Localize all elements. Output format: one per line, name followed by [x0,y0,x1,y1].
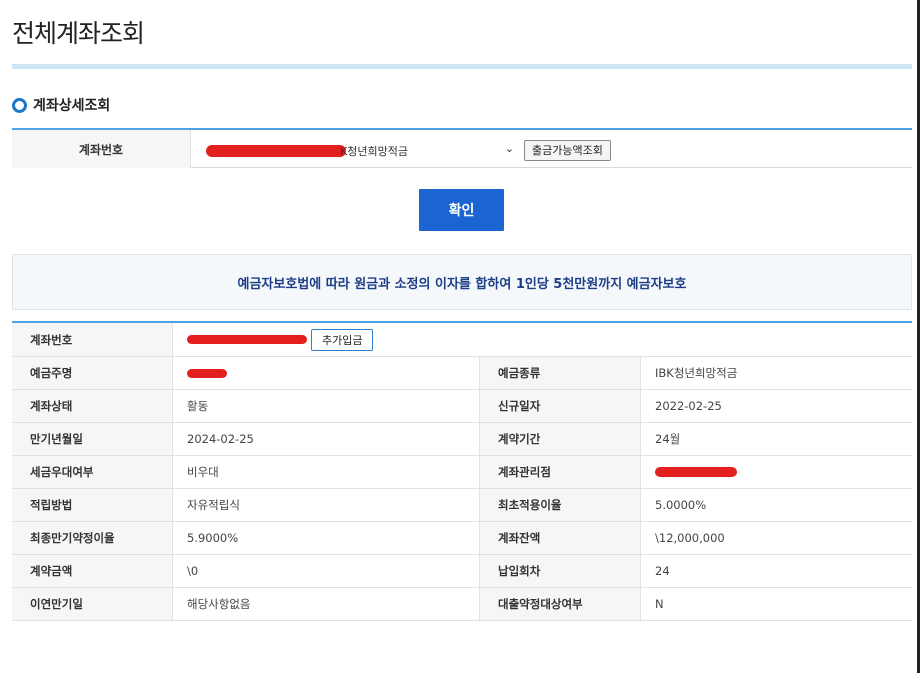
row-value: \0 [173,555,480,587]
account-number-header: 계좌번호 [12,323,173,356]
additional-deposit-button[interactable]: 추가입금 [311,328,374,351]
row-header: 계좌잔액 [480,522,641,554]
row-value: 5.0000% [655,498,707,512]
row-header: 예금주명 [12,357,173,389]
withdrawable-balance-button[interactable]: 출금가능액조회 [524,140,611,161]
row-header: 계약기간 [480,423,641,455]
account-holder-cell [173,357,480,389]
account-select-value: K청년희망적금 [340,144,408,158]
section-title: 계좌상세조회 [33,98,111,114]
table-row: 적립방법 자유적립식 최초적용이율 5.0000% [12,489,912,522]
row-header: 예금종류 [480,357,641,389]
title-divider [12,64,912,69]
section-header: 계좌상세조회 [12,95,110,115]
redaction-mark [655,467,737,477]
row-value: IBK청년희망적금 [655,366,738,380]
redaction-mark [187,335,307,344]
row-header: 적립방법 [12,489,173,521]
row-header: 만기년월일 [12,423,173,455]
account-number-label: 계좌번호 [12,130,191,168]
table-row: 세금우대여부 비우대 계좌관리점 [12,456,912,489]
chevron-down-icon: ⌄ [504,142,514,155]
row-value: \12,000,000 [655,531,725,545]
row-value: 비우대 [173,456,480,488]
table-row: 예금주명 예금종류 IBK청년희망적금 [12,357,912,390]
page-title: 전체계좌조회 [12,19,145,48]
table-row: 계약금액 \0 납입회차 24 [12,555,912,588]
table-row: 계좌번호 추가입금 [12,323,912,357]
row-value: 5.9000% [173,522,480,554]
row-header: 계약금액 [12,555,173,587]
row-header: 신규일자 [480,390,641,422]
table-row: 최종만기약정이율 5.9000% 계좌잔액 \12,000,000 [12,522,912,555]
account-select[interactable]: K청년희망적금 ⌄ [202,140,520,161]
account-select-row: 계좌번호 K청년희망적금 ⌄ 출금가능액조회 [12,128,912,168]
circle-bullet-icon [12,97,27,113]
table-row: 만기년월일 2024-02-25 계약기간 24월 [12,423,912,456]
account-detail-table: 계좌번호 추가입금 예금주명 예금종류 IBK청년희망적금 계좌상태 활동 신규… [12,321,912,621]
table-row: 계좌상태 활동 신규일자 2022-02-25 [12,390,912,423]
deposit-protection-notice: 예금자보호법에 따라 원금과 소정의 이자를 합하여 1인당 5천만원까지 예금… [12,254,912,310]
row-header: 세금우대여부 [12,456,173,488]
confirm-button[interactable]: 확인 [419,189,504,231]
row-value: 24월 [655,432,681,446]
row-value: 2022-02-25 [655,399,722,413]
row-value: N [655,597,664,611]
row-value: 2024-02-25 [173,423,480,455]
row-header: 계좌관리점 [480,456,641,488]
row-header: 계좌상태 [12,390,173,422]
row-header: 최종만기약정이율 [12,522,173,554]
branch-cell [641,456,912,488]
redaction-mark [187,368,227,378]
row-value: 활동 [173,390,480,422]
table-row: 이연만기일 해당사항없음 대출약정대상여부 N [12,588,912,621]
row-value: 자유적립식 [173,489,480,521]
row-header: 최초적용이율 [480,489,641,521]
row-header: 대출약정대상여부 [480,588,641,620]
row-value: 24 [655,564,670,578]
redaction-mark [206,144,346,157]
row-value: 해당사항없음 [173,588,480,620]
row-header: 납입회차 [480,555,641,587]
account-number-cell: 추가입금 [173,323,912,356]
row-header: 이연만기일 [12,588,173,620]
